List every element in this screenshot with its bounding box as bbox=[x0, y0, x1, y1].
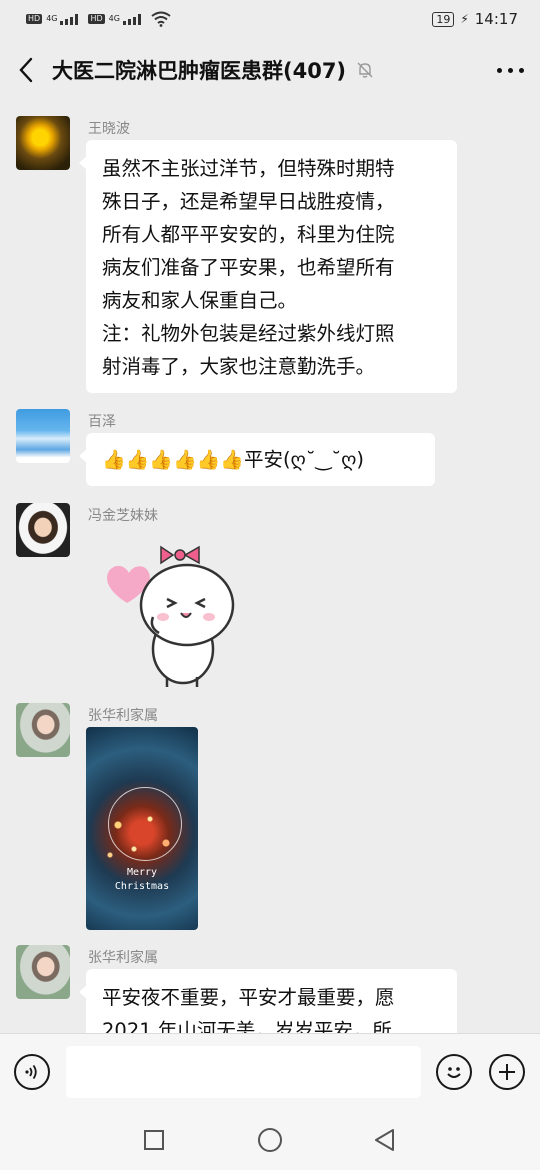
message-text: 平安(ღ˘‿˘ღ) bbox=[243, 448, 365, 471]
avatar[interactable] bbox=[16, 703, 70, 757]
recent-apps-button[interactable] bbox=[141, 1127, 167, 1153]
thumbs-up-icons: 👍👍👍👍👍👍 bbox=[102, 449, 244, 471]
wifi-icon bbox=[151, 11, 171, 27]
avatar[interactable] bbox=[16, 409, 70, 463]
back-icon bbox=[19, 57, 33, 83]
system-navigation bbox=[0, 1109, 540, 1170]
hd-badge-2: HD bbox=[88, 14, 105, 24]
image-caption-2: Christmas bbox=[114, 881, 170, 892]
message-line: 注：礼物外包装是经过紫外线灯照 bbox=[102, 322, 395, 345]
chat-header: 大医二院淋巴肿瘤医患群(407) bbox=[0, 38, 540, 102]
status-bar: HD 4G HD 4G 19 ⚡ 14:17 bbox=[0, 0, 540, 38]
message-line: 殊日子，还是希望早日战胜疫情， bbox=[102, 190, 395, 213]
message-item: 张华利家属 Merry Christmas bbox=[16, 703, 526, 933]
plus-button[interactable] bbox=[489, 1054, 525, 1090]
hd-badge-1: HD bbox=[26, 14, 43, 24]
clock: 14:17 bbox=[474, 10, 518, 28]
home-button[interactable] bbox=[257, 1127, 283, 1153]
voice-icon bbox=[25, 1064, 37, 1080]
chat-title: 大医二院淋巴肿瘤医患群(407) bbox=[52, 59, 347, 83]
mute-bell-icon bbox=[357, 62, 373, 78]
network-type-2: 4G bbox=[108, 13, 120, 23]
message-bubble[interactable]: 平安夜不重要，平安才最重要，愿 2021 年山河无恙，岁岁平安，所 bbox=[79, 969, 457, 1033]
sticker-image[interactable] bbox=[101, 537, 237, 689]
avatar[interactable] bbox=[16, 503, 70, 557]
signal-2: HD 4G bbox=[88, 13, 141, 25]
network-type-1: 4G bbox=[46, 13, 58, 23]
message-item: 冯金芝妹妹 bbox=[16, 503, 526, 693]
image-caption-1: Merry bbox=[126, 867, 158, 878]
voice-button[interactable] bbox=[14, 1054, 50, 1090]
avatar[interactable] bbox=[16, 945, 70, 999]
message-item: 王晓波 虽然不主张过洋节，但特殊时期特 殊日子，还是希望早日战胜疫情， 所有人都… bbox=[16, 116, 526, 396]
avatar[interactable] bbox=[16, 116, 70, 170]
back-triangle-icon bbox=[375, 1129, 394, 1151]
message-item: 张华利家属 平安夜不重要，平安才最重要，愿 2021 年山河无恙，岁岁平安，所 bbox=[16, 945, 526, 1033]
sender-name: 冯金芝妹妹 bbox=[88, 508, 158, 524]
emoji-button[interactable] bbox=[436, 1054, 472, 1090]
message-line: 病友们准备了平安果，也希望所有 bbox=[102, 256, 395, 279]
message-bubble[interactable]: 👍👍👍👍👍👍平安(ღ˘‿˘ღ) bbox=[79, 433, 435, 486]
message-input[interactable] bbox=[66, 1046, 421, 1098]
recent-apps-icon bbox=[144, 1130, 164, 1150]
plus-icon bbox=[499, 1064, 515, 1080]
more-icon bbox=[496, 67, 524, 73]
charging-icon: ⚡ bbox=[460, 12, 469, 26]
message-line: 虽然不主张过洋节，但特殊时期特 bbox=[102, 157, 395, 180]
input-bar bbox=[0, 1033, 540, 1109]
message-line: 病友和家人保重自己。 bbox=[102, 289, 298, 312]
more-button[interactable] bbox=[480, 38, 540, 102]
message-line: 所有人都平平安安的，科里为住院 bbox=[102, 223, 395, 246]
emoji-icon bbox=[447, 1067, 461, 1078]
sender-name: 张华利家属 bbox=[88, 950, 158, 966]
sender-name: 张华利家属 bbox=[88, 708, 158, 724]
message-line: 2021 年山河无恙，岁岁平安，所 bbox=[102, 1019, 392, 1033]
sender-name: 王晓波 bbox=[88, 121, 130, 137]
sender-name: 百泽 bbox=[88, 414, 116, 430]
battery-indicator: 19 bbox=[432, 11, 455, 27]
home-icon bbox=[258, 1128, 282, 1152]
message-line: 平安夜不重要，平安才最重要，愿 bbox=[102, 986, 395, 1009]
system-back-button[interactable] bbox=[372, 1127, 398, 1153]
signal-1: HD 4G bbox=[26, 13, 79, 25]
back-button[interactable] bbox=[0, 38, 52, 102]
message-bubble[interactable]: 虽然不主张过洋节，但特殊时期特 殊日子，还是希望早日战胜疫情， 所有人都平平安安… bbox=[79, 140, 457, 393]
message-line: 射消毒了，大家也注意勤洗手。 bbox=[102, 355, 376, 378]
christmas-image[interactable]: Merry Christmas bbox=[86, 727, 198, 930]
light-dots bbox=[102, 807, 182, 867]
message-item: 百泽 👍👍👍👍👍👍平安(ღ˘‿˘ღ) bbox=[16, 409, 526, 489]
